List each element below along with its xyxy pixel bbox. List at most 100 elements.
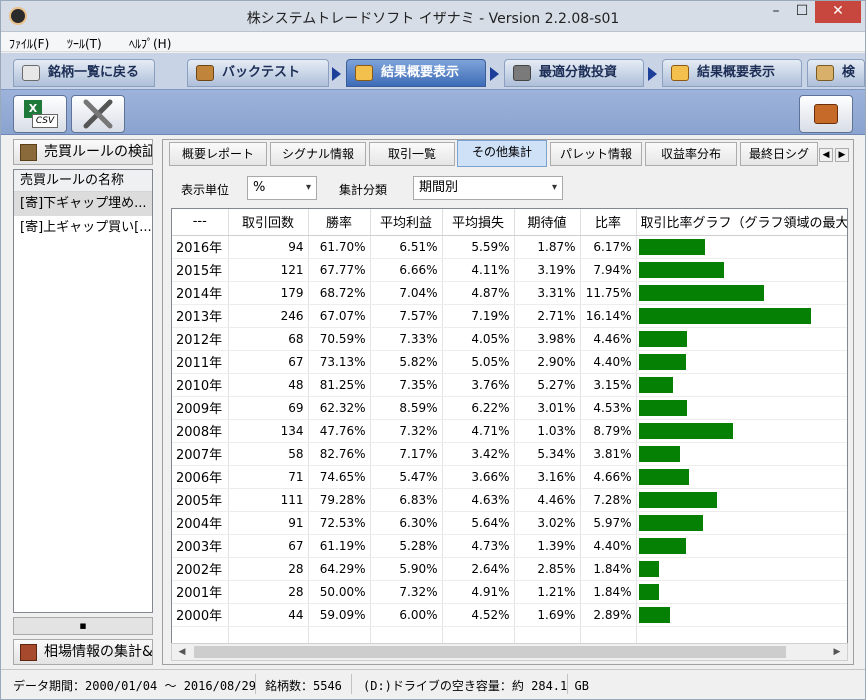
export-csv-button[interactable]: X CSV xyxy=(13,95,67,133)
cell-ratio: 3.81% xyxy=(580,442,637,466)
close-button[interactable]: ✕ xyxy=(815,1,861,23)
cell-ratio: 4.46% xyxy=(580,327,637,351)
rule-list-item[interactable]: [寄]上ギャップ買い[... xyxy=(14,216,152,240)
horizontal-scrollbar[interactable]: ◀ ▶ xyxy=(171,643,848,661)
cell-avg-loss: 4.11% xyxy=(442,258,515,282)
tab-scroll-right-icon[interactable]: ▶ xyxy=(835,148,849,162)
rule-verify-label: 売買ルールの検証 xyxy=(44,144,153,160)
col-header-expectation[interactable]: 期待値 xyxy=(514,209,581,236)
market-info-button[interactable]: 相場情報の集計& xyxy=(13,639,153,665)
scrollbar-thumb[interactable] xyxy=(194,646,786,658)
stats-table-container[interactable]: --- 取引回数 勝率 平均利益 平均損失 期待値 比率 取引比率グラフ（グラフ… xyxy=(171,208,848,644)
cell-winrate: 73.13% xyxy=(308,350,371,374)
menu-help[interactable]: ﾍﾙﾌﾟ(H) xyxy=(129,35,171,52)
ratio-bar xyxy=(638,330,687,347)
cell-ratio: 11.75% xyxy=(580,281,637,305)
cell-ratio: 1.84% xyxy=(580,580,637,604)
table-row[interactable]: 2002年 28 64.29% 5.90% 2.64% 2.85% 1.84% xyxy=(172,557,847,581)
cell-avg-profit: 7.33% xyxy=(370,327,443,351)
cell-trades: 28 xyxy=(228,580,309,604)
cell-winrate: 62.32% xyxy=(308,396,371,420)
settings-tools-button[interactable] xyxy=(71,95,125,133)
cell-ratio: 4.66% xyxy=(580,465,637,489)
rule-list-item[interactable]: [寄]下ギャップ埋め... xyxy=(14,192,152,216)
cell-winrate: 68.72% xyxy=(308,281,371,305)
table-row[interactable]: 2008年 134 47.76% 7.32% 4.71% 1.03% 8.79% xyxy=(172,419,847,443)
flow-tab-verify[interactable]: 検 xyxy=(807,59,865,87)
group-select[interactable]: 期間別 ▾ xyxy=(413,176,563,200)
book-icon xyxy=(20,144,37,161)
empty-cell xyxy=(370,626,443,643)
cell-ratio: 4.53% xyxy=(580,396,637,420)
table-row[interactable]: 2003年 67 61.19% 5.28% 4.73% 1.39% 4.40% xyxy=(172,534,847,558)
cell-expectation: 1.69% xyxy=(514,603,581,627)
cell-ratio: 7.28% xyxy=(580,488,637,512)
flow-tab-result-summary-2[interactable]: 結果概要表示 xyxy=(662,59,802,87)
tab-scroll-left-icon[interactable]: ◀ xyxy=(819,148,833,162)
menu-file[interactable]: ﾌｧｲﾙ(F) xyxy=(9,35,49,52)
scroll-left-icon[interactable]: ◀ xyxy=(174,644,190,660)
cell-trades: 179 xyxy=(228,281,309,305)
table-row[interactable]: 2001年 28 50.00% 7.32% 4.91% 1.21% 1.84% xyxy=(172,580,847,604)
col-header-ratio[interactable]: 比率 xyxy=(580,209,637,236)
workflow-bar: 銘柄一覧に戻る バックテスト 結果概要表示 最適分散投資 結果概要表示 検 xyxy=(1,53,865,89)
status-stock-count: 銘柄数：5546 xyxy=(265,679,342,693)
flow-tab-backtest[interactable]: バックテスト xyxy=(187,59,329,87)
flow-tab-label: 最適分散投資 xyxy=(539,65,618,80)
tab-return-distribution[interactable]: 収益率分布 xyxy=(645,142,737,166)
cell-ratio: 5.97% xyxy=(580,511,637,535)
table-row[interactable]: 2012年 68 70.59% 7.33% 4.05% 3.98% 4.46% xyxy=(172,327,847,351)
cell-avg-loss: 4.52% xyxy=(442,603,515,627)
cell-expectation: 3.01% xyxy=(514,396,581,420)
tab-trade-list[interactable]: 取引一覧 xyxy=(369,142,455,166)
tab-signal-info[interactable]: シグナル情報 xyxy=(270,142,366,166)
col-header-avg-loss[interactable]: 平均損失 xyxy=(442,209,515,236)
cell-ratio-graph xyxy=(636,373,847,397)
cell-avg-profit: 7.57% xyxy=(370,304,443,328)
status-bar: データ期間：2000/01/04 〜 2016/08/29 銘柄数：5546 (… xyxy=(1,669,865,699)
col-header-trades[interactable]: 取引回数 xyxy=(228,209,309,236)
rule-verify-button[interactable]: 売買ルールの検証 xyxy=(13,139,153,165)
table-row[interactable]: 2007年 58 82.76% 7.17% 3.42% 5.34% 3.81% xyxy=(172,442,847,466)
table-row[interactable]: 2015年 121 67.77% 6.66% 4.11% 3.19% 7.94% xyxy=(172,258,847,282)
cell-winrate: 74.65% xyxy=(308,465,371,489)
cell-avg-loss: 4.05% xyxy=(442,327,515,351)
cell-period: 2015年 xyxy=(172,258,229,282)
scroll-right-icon[interactable]: ▶ xyxy=(829,644,845,660)
tab-other-aggregation[interactable]: その他集計 xyxy=(457,140,547,167)
save-button[interactable]: ▪ xyxy=(13,617,153,635)
table-row[interactable]: 2004年 91 72.53% 6.30% 5.64% 3.02% 5.97% xyxy=(172,511,847,535)
table-row[interactable]: 2005年 111 79.28% 6.83% 4.63% 4.46% 7.28% xyxy=(172,488,847,512)
table-row[interactable]: 2011年 67 73.13% 5.82% 5.05% 2.90% 4.40% xyxy=(172,350,847,374)
cell-expectation: 1.39% xyxy=(514,534,581,558)
col-header-avg-profit[interactable]: 平均利益 xyxy=(370,209,443,236)
table-row[interactable]: 2014年 179 68.72% 7.04% 4.87% 3.31% 11.75% xyxy=(172,281,847,305)
status-data-period: データ期間：2000/01/04 〜 2016/08/29 xyxy=(13,679,256,693)
flow-tab-optimal-allocation[interactable]: 最適分散投資 xyxy=(504,59,644,87)
menu-tool[interactable]: ﾂｰﾙ(T) xyxy=(67,35,102,52)
col-header-winrate[interactable]: 勝率 xyxy=(308,209,371,236)
tab-palette-info[interactable]: パレット情報 xyxy=(550,142,642,166)
col-header-ratio-graph[interactable]: 取引比率グラフ（グラフ領域の最大 xyxy=(636,209,847,236)
minimize-button[interactable]: – xyxy=(763,1,789,23)
flow-tab-result-summary[interactable]: 結果概要表示 xyxy=(346,59,486,87)
table-row[interactable]: 2006年 71 74.65% 5.47% 3.66% 3.16% 4.66% xyxy=(172,465,847,489)
flow-tab-back-to-list[interactable]: 銘柄一覧に戻る xyxy=(13,59,155,87)
group-select-value: 期間別 xyxy=(419,180,459,195)
unit-select[interactable]: % ▾ xyxy=(247,176,317,200)
treasure-box-button[interactable] xyxy=(799,95,853,133)
col-header-period[interactable]: --- xyxy=(172,209,229,236)
cell-avg-profit: 6.00% xyxy=(370,603,443,627)
table-row[interactable]: 2013年 246 67.07% 7.57% 7.19% 2.71% 16.14% xyxy=(172,304,847,328)
table-row[interactable]: 2000年 44 59.09% 6.00% 4.52% 1.69% 2.89% xyxy=(172,603,847,627)
ratio-bar xyxy=(638,422,733,439)
table-row[interactable]: 2010年 48 81.25% 7.35% 3.76% 5.27% 3.15% xyxy=(172,373,847,397)
table-row[interactable]: 2016年 94 61.70% 6.51% 5.59% 1.87% 6.17% xyxy=(172,235,847,259)
tab-last-day-signal[interactable]: 最終日シグ xyxy=(740,142,818,166)
cell-trades: 48 xyxy=(228,373,309,397)
tab-overview-report[interactable]: 概要レポート xyxy=(169,142,267,166)
left-panel: 売買ルールの検証 売買ルールの名称 [寄]下ギャップ埋め... [寄]上ギャップ… xyxy=(13,139,153,665)
menu-bar: ﾌｧｲﾙ(F) ﾂｰﾙ(T) ﾍﾙﾌﾟ(H) xyxy=(1,32,865,52)
table-row[interactable]: 2009年 69 62.32% 8.59% 6.22% 3.01% 4.53% xyxy=(172,396,847,420)
maximize-button[interactable]: ☐ xyxy=(789,1,815,23)
